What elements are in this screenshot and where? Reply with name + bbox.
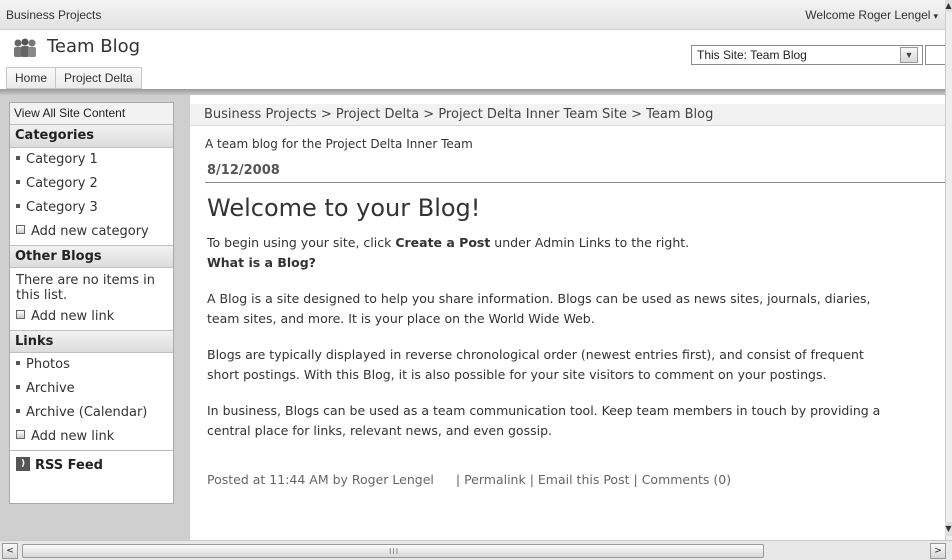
view-all-site-content-link[interactable]: View All Site Content — [10, 103, 173, 125]
email-post-link[interactable]: Email this Post — [538, 472, 630, 487]
grip-icon: III — [389, 547, 400, 556]
category-label: Category 1 — [26, 152, 98, 167]
add-new-link[interactable]: Add new link — [10, 425, 173, 450]
link-item-archive[interactable]: Archive — [10, 377, 173, 401]
dropdown-arrow-icon[interactable]: ▼ — [900, 47, 918, 63]
people-icon — [14, 38, 36, 57]
quick-launch: View All Site Content Categories Categor… — [9, 102, 174, 504]
category-item[interactable]: Category 3 — [10, 196, 173, 220]
vertical-scrollbar[interactable] — [945, 0, 952, 540]
link-item-photos[interactable]: Photos — [10, 353, 173, 377]
link-item-archive-calendar[interactable]: Archive (Calendar) — [10, 401, 173, 425]
bullet-icon — [16, 155, 20, 160]
scroll-left-icon[interactable]: < — [2, 543, 18, 559]
create-post-emphasis: Create a Post — [395, 235, 491, 250]
paragraph-line: A Blog is a site designed to help you sh… — [207, 291, 871, 306]
paragraph-line: central place for links, relevant news, … — [207, 423, 552, 438]
tab-project-delta[interactable]: Project Delta — [55, 67, 142, 89]
intro-text: To begin using your site, click — [207, 235, 396, 250]
breadcrumb[interactable]: Business Projects > Project Delta > Proj… — [190, 104, 945, 126]
links-heading[interactable]: Links — [10, 330, 173, 353]
category-item[interactable]: Category 2 — [10, 172, 173, 196]
categories-heading[interactable]: Categories — [10, 125, 173, 148]
bullet-icon — [16, 179, 20, 184]
top-nav-tabs: Home Project Delta — [6, 67, 142, 89]
tab-home[interactable]: Home — [6, 67, 56, 89]
scroll-down-icon[interactable]: ▼ — [945, 522, 952, 536]
date-divider — [205, 182, 945, 183]
empty-list-message: There are no items in this list. — [16, 273, 155, 303]
site-description: A team blog for the Project Delta Inner … — [205, 137, 473, 151]
post-body: To begin using your site, click Create a… — [207, 233, 947, 441]
add-new-link-label: Add new link — [31, 309, 115, 324]
scroll-up-icon[interactable]: ▲ — [945, 0, 952, 12]
site-title[interactable]: Team Blog — [47, 36, 140, 57]
add-icon — [16, 310, 25, 319]
add-icon — [16, 225, 25, 234]
site-collection-link[interactable]: Business Projects — [6, 8, 101, 22]
paragraph-line: short postings. With this Blog, it is al… — [207, 367, 827, 382]
search-scope-select[interactable]: This Site: Team Blog ▼ — [691, 45, 923, 65]
rss-feed-link[interactable]: ) RSS Feed — [10, 450, 173, 480]
link-label: Photos — [26, 357, 70, 372]
posted-by: Posted at 11:44 AM by Roger Lengel — [207, 472, 434, 487]
welcome-label: Welcome Roger Lengel — [805, 8, 931, 22]
bullet-icon — [16, 408, 20, 413]
permalink-link[interactable]: Permalink — [464, 472, 526, 487]
rss-feed-label: RSS Feed — [35, 458, 103, 473]
post-title[interactable]: Welcome to your Blog! — [207, 194, 480, 222]
paragraph-line: team sites, and more. It is your place o… — [207, 311, 595, 326]
category-label: Category 3 — [26, 200, 98, 215]
bullet-icon — [16, 360, 20, 365]
rss-icon: ) — [16, 456, 30, 471]
link-label: Archive — [26, 381, 75, 396]
post-footer: Posted at 11:44 AM by Roger Lengel | Per… — [207, 472, 732, 487]
comments-link[interactable]: Comments (0) — [642, 472, 731, 487]
site-header: Team Blog This Site: Team Blog ▼ Home Pr… — [0, 30, 947, 90]
link-label: Archive (Calendar) — [26, 405, 148, 420]
subheading: What is a Blog? — [207, 255, 316, 270]
add-new-category-label: Add new category — [31, 224, 149, 239]
welcome-menu[interactable]: Welcome Roger Lengel ▾ — [805, 8, 938, 22]
bullet-icon — [16, 203, 20, 208]
intro-text: under Admin Links to the right. — [490, 235, 690, 250]
add-icon — [16, 430, 25, 439]
post-date: 8/12/2008 — [207, 163, 280, 178]
scroll-right-icon[interactable]: > — [930, 543, 946, 559]
search-input[interactable] — [925, 45, 947, 65]
search-scope-value: This Site: Team Blog — [697, 48, 807, 62]
scroll-thumb[interactable]: III — [22, 544, 764, 558]
add-new-category-link[interactable]: Add new category — [10, 220, 173, 245]
paragraph-line: In business, Blogs can be used as a team… — [207, 403, 881, 418]
chevron-down-icon: ▾ — [933, 11, 938, 21]
paragraph-line: Blogs are typically displayed in reverse… — [207, 347, 864, 362]
top-bar: Business Projects Welcome Roger Lengel ▾ — [0, 0, 952, 30]
intro-paragraph: To begin using your site, click Create a… — [207, 233, 947, 253]
add-new-link-label: Add new link — [31, 429, 115, 444]
category-item[interactable]: Category 1 — [10, 148, 173, 172]
horizontal-scrollbar[interactable]: < III > — [0, 540, 952, 560]
add-new-blog-link[interactable]: Add new link — [10, 305, 173, 330]
category-label: Category 2 — [26, 176, 98, 191]
other-blogs-heading[interactable]: Other Blogs — [10, 245, 173, 268]
bullet-icon — [16, 384, 20, 389]
